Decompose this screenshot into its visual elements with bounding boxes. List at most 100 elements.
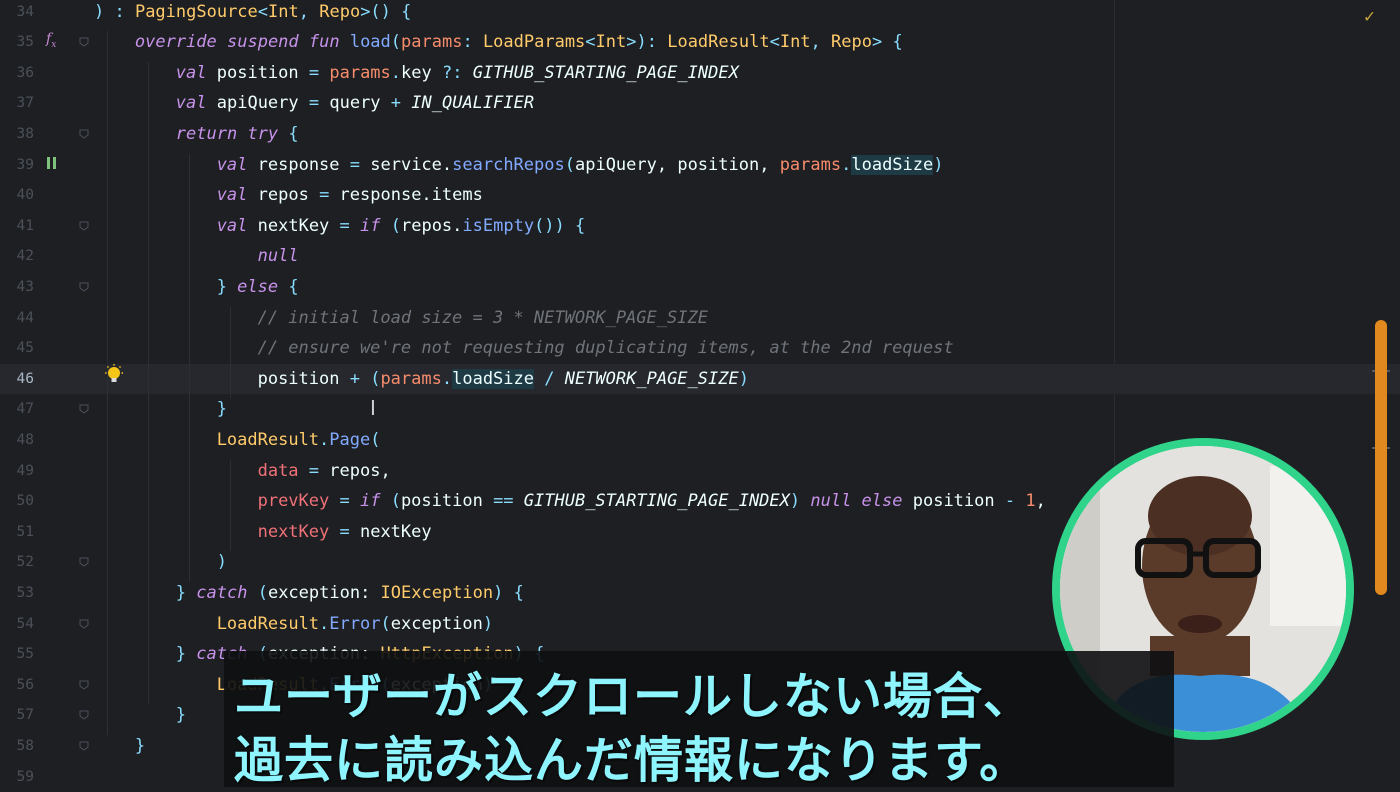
fx-icon[interactable]: fx xyxy=(46,31,56,50)
code-token: { xyxy=(288,277,298,297)
code-text[interactable]: ) xyxy=(217,547,227,578)
code-line[interactable]: 46 position + (params.loadSize / NETWORK_… xyxy=(0,364,1400,395)
line-number[interactable]: 49 xyxy=(0,456,34,487)
line-number[interactable]: 45 xyxy=(0,333,34,364)
line-number[interactable]: 44 xyxy=(0,303,34,334)
code-text[interactable]: } xyxy=(176,700,186,731)
code-token: . xyxy=(319,430,329,450)
line-number[interactable]: 57 xyxy=(0,700,34,731)
check-icon[interactable]: ✓ xyxy=(1364,6,1375,27)
line-number[interactable]: 48 xyxy=(0,425,34,456)
code-text[interactable]: val position = params.key ?: GITHUB_STAR… xyxy=(176,58,739,89)
code-text[interactable]: val response = service.searchRepos(apiQu… xyxy=(217,150,944,181)
fold-icon[interactable] xyxy=(79,710,89,720)
code-line[interactable]: 41 val nextKey = if (repos.isEmpty()) { xyxy=(0,211,1400,242)
code-text[interactable]: data = repos, xyxy=(258,456,391,487)
fold-icon[interactable] xyxy=(79,680,89,690)
line-number[interactable]: 42 xyxy=(0,241,34,272)
code-token: ) : xyxy=(94,2,135,22)
code-token: ()) { xyxy=(534,216,585,236)
code-token: GITHUB_STARTING_PAGE_INDEX xyxy=(473,63,739,83)
code-text[interactable]: val nextKey = if (repos.isEmpty()) { xyxy=(217,211,586,242)
line-number[interactable]: 35 xyxy=(0,27,34,58)
fold-icon[interactable] xyxy=(79,404,89,414)
code-token: query xyxy=(329,93,390,113)
line-number[interactable]: 56 xyxy=(0,670,34,701)
code-line[interactable]: 38 return try { xyxy=(0,119,1400,150)
code-line[interactable]: 34 ) : PagingSource<Int, Repo>() { xyxy=(0,0,1400,27)
code-text[interactable]: null xyxy=(258,241,299,272)
code-line[interactable]: 37 val apiQuery = query + IN_QUALIFIER xyxy=(0,88,1400,119)
line-number[interactable]: 41 xyxy=(0,211,34,242)
vertical-scrollbar-thumb[interactable] xyxy=(1375,320,1387,595)
code-token: Int xyxy=(596,32,627,52)
code-token: = xyxy=(309,461,329,481)
pause-icon[interactable] xyxy=(46,156,58,170)
code-text[interactable]: LoadResult.Page( xyxy=(217,425,381,456)
line-number[interactable]: 59 xyxy=(0,762,34,792)
code-text[interactable]: override suspend fun load(params: LoadPa… xyxy=(135,27,903,58)
fold-icon[interactable] xyxy=(79,741,89,751)
code-text[interactable]: // initial load size = 3 * NETWORK_PAGE_… xyxy=(258,303,708,334)
lightbulb-icon[interactable] xyxy=(104,364,124,386)
code-text[interactable]: val apiQuery = query + IN_QUALIFIER xyxy=(176,88,534,119)
line-number[interactable]: 47 xyxy=(0,394,34,425)
code-text[interactable]: LoadResult.Error(exception) xyxy=(217,609,493,640)
line-number[interactable]: 37 xyxy=(0,88,34,119)
code-line[interactable]: 39 val response = service.searchRepos(api… xyxy=(0,150,1400,181)
code-text[interactable]: prevKey = if (position == GITHUB_STARTIN… xyxy=(258,486,1046,517)
code-text[interactable]: } xyxy=(135,731,145,762)
fold-icon[interactable] xyxy=(79,221,89,231)
code-text[interactable]: } catch (exception: IOException) { xyxy=(176,578,524,609)
code-token: params xyxy=(380,369,441,389)
line-number[interactable]: 54 xyxy=(0,609,34,640)
code-line[interactable]: 42 null xyxy=(0,241,1400,272)
code-text[interactable]: } xyxy=(217,394,227,425)
code-text[interactable]: val repos = response.items xyxy=(217,180,483,211)
code-line[interactable]: 44 // initial load size = 3 * NETWORK_PAG… xyxy=(0,303,1400,334)
code-line[interactable]: 40 val repos = response.items xyxy=(0,180,1400,211)
line-number[interactable]: 53 xyxy=(0,578,34,609)
line-number[interactable]: 55 xyxy=(0,639,34,670)
line-number[interactable]: 34 xyxy=(0,0,34,27)
line-number[interactable]: 36 xyxy=(0,58,34,89)
line-number[interactable]: 52 xyxy=(0,547,34,578)
fold-icon[interactable] xyxy=(79,282,89,292)
code-line[interactable]: 36 val position = params.key ?: GITHUB_ST… xyxy=(0,58,1400,89)
code-line[interactable]: 43 } else { xyxy=(0,272,1400,303)
code-text[interactable]: // ensure we're not requesting duplicati… xyxy=(258,333,954,364)
fold-icon[interactable] xyxy=(79,619,89,629)
fold-icon[interactable] xyxy=(79,557,89,567)
line-number[interactable]: 43 xyxy=(0,272,34,303)
line-number[interactable]: 40 xyxy=(0,180,34,211)
code-text[interactable]: position + (params.loadSize / NETWORK_PA… xyxy=(258,364,749,395)
code-token: else xyxy=(237,277,288,297)
code-line[interactable]: 35 override suspend fun load(params: Load… xyxy=(0,27,1400,58)
code-token: ( xyxy=(565,155,575,175)
line-number[interactable]: 51 xyxy=(0,517,34,548)
code-token: . xyxy=(841,155,851,175)
line-number[interactable]: 50 xyxy=(0,486,34,517)
code-text[interactable]: } else { xyxy=(217,272,299,303)
code-token: exception: xyxy=(268,583,381,603)
code-text[interactable]: nextKey = nextKey xyxy=(258,517,432,548)
code-token: LoadParams xyxy=(483,32,585,52)
code-token: ) xyxy=(483,614,493,634)
code-line[interactable]: 47} xyxy=(0,394,1400,425)
indent-guide xyxy=(230,460,231,552)
code-line[interactable]: 45 // ensure we're not requesting duplica… xyxy=(0,333,1400,364)
fold-icon[interactable] xyxy=(79,129,89,139)
code-token: override suspend fun xyxy=(135,32,350,52)
code-text[interactable]: return try { xyxy=(176,119,299,150)
code-token: = xyxy=(339,491,359,511)
code-text[interactable]: ) : PagingSource<Int, Repo>() { xyxy=(94,0,411,27)
line-number[interactable]: 58 xyxy=(0,731,34,762)
line-number[interactable]: 38 xyxy=(0,119,34,150)
code-token: } xyxy=(135,736,145,756)
line-number[interactable]: 46 xyxy=(0,364,34,395)
code-token: = xyxy=(309,93,329,113)
code-token: IN_QUALIFIER xyxy=(411,93,534,113)
line-number[interactable]: 39 xyxy=(0,150,34,181)
fold-icon[interactable] xyxy=(79,37,89,47)
code-token: - xyxy=(1005,491,1025,511)
